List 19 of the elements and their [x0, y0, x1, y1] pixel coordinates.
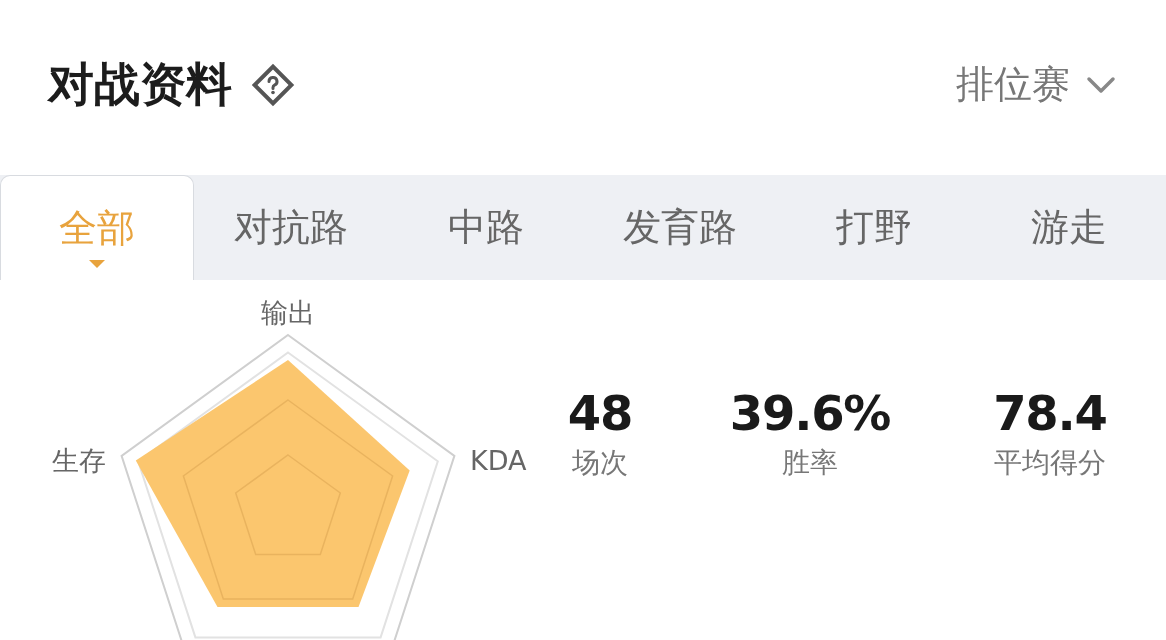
stat-label: 平均得分	[994, 445, 1106, 481]
axis-label: 生存	[52, 445, 106, 476]
stat-label: 场次	[572, 445, 628, 481]
stat-value: 39.6%	[729, 385, 891, 441]
section-title: 对战资料	[48, 56, 232, 113]
axis-label: 输出	[261, 297, 315, 328]
tab[interactable]: 发育路	[583, 175, 778, 280]
stat-value: 78.4	[993, 385, 1107, 441]
stat-value: 48	[567, 385, 633, 441]
tab[interactable]: 中路	[388, 175, 583, 280]
tab[interactable]: 打野	[777, 175, 972, 280]
help-icon[interactable]	[250, 61, 296, 108]
tab[interactable]: 对抗路	[194, 175, 389, 280]
mode-dropdown[interactable]: 排位赛	[956, 56, 1116, 113]
stat-label: 胜率	[782, 445, 838, 481]
selected-indicator-icon	[89, 260, 106, 268]
tab[interactable]: 游走	[971, 175, 1166, 280]
chevron-down-icon	[1086, 75, 1116, 94]
axis-label: KDA	[470, 445, 527, 476]
